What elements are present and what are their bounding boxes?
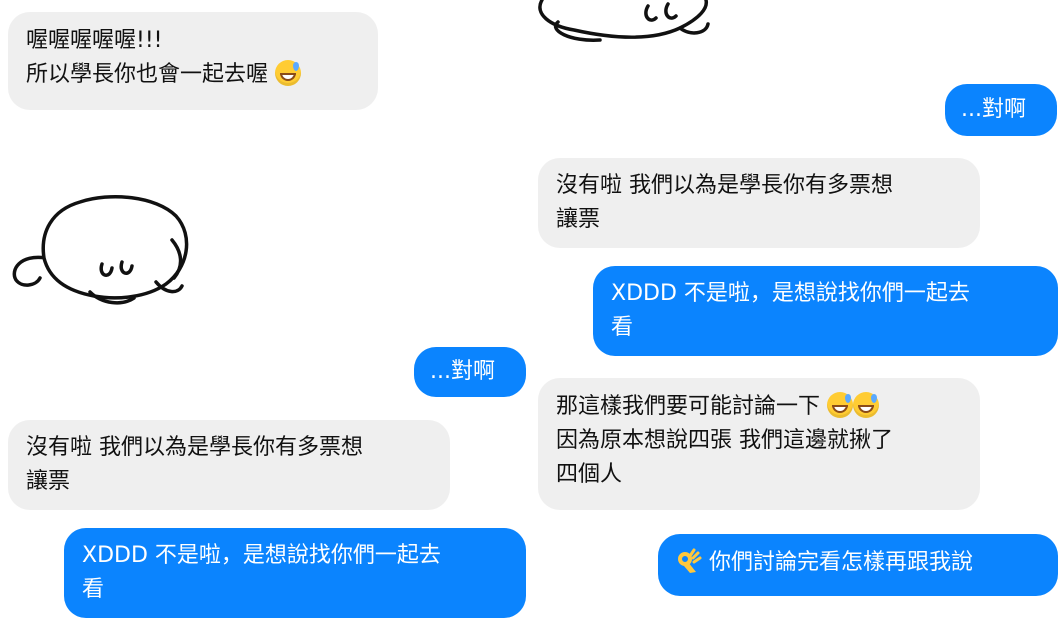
- grinning-sweat-emoji-icon: [275, 60, 302, 86]
- message-bubble-outgoing[interactable]: 你們討論完看怎樣再跟我說: [658, 534, 1058, 596]
- message-bubble-outgoing[interactable]: ...對啊: [414, 347, 526, 397]
- message-line: 沒有啦 我們以為是學長你有多票想: [556, 173, 893, 198]
- grinning-sweat-emoji-icon: [827, 392, 854, 418]
- message-line: 看: [82, 577, 105, 602]
- message-line: XDDD 不是啦，是想說找你們一起去: [82, 543, 441, 568]
- message-bubble-incoming[interactable]: 沒有啦 我們以為是學長你有多票想 讓票: [8, 420, 450, 510]
- message-text: 那這樣我們要可能討論一下: [556, 394, 821, 419]
- message-bubble-outgoing[interactable]: XDDD 不是啦，是想說找你們一起去 看: [64, 528, 526, 618]
- message-bubble-outgoing[interactable]: ...對啊: [945, 84, 1057, 136]
- message-text: 你們討論完看怎樣再跟我說: [709, 550, 974, 575]
- message-line: 看: [611, 315, 634, 340]
- message-bubble-incoming[interactable]: 喔喔喔喔喔!!! 所以學長你也會一起去喔: [8, 12, 378, 110]
- message-bubble-incoming[interactable]: 沒有啦 我們以為是學長你有多票想 讓票: [538, 158, 980, 248]
- message-line: ...對啊: [430, 359, 495, 384]
- grinning-sweat-emoji-icon: [853, 392, 880, 418]
- message-line: 喔喔喔喔喔!!!: [26, 28, 163, 53]
- message-line: 因為原本想說四張 我們這邊就揪了: [556, 428, 893, 453]
- message-line: 所以學長你也會一起去喔: [26, 58, 360, 92]
- message-line: 四個人: [556, 462, 623, 487]
- message-bubble-incoming[interactable]: 那這樣我們要可能討論一下 因為原本想說四張 我們這邊就揪了 四個人: [538, 378, 980, 510]
- message-text: 所以學長你也會一起去喔: [26, 62, 269, 87]
- message-line: 你們討論完看怎樣再跟我說: [676, 546, 1040, 580]
- message-bubble-outgoing[interactable]: XDDD 不是啦，是想說找你們一起去 看: [593, 266, 1058, 356]
- message-line: 讓票: [556, 207, 601, 232]
- message-line: 那這樣我們要可能討論一下: [556, 390, 962, 424]
- ok-hand-emoji-icon: [676, 548, 702, 574]
- message-line: 沒有啦 我們以為是學長你有多票想: [26, 435, 363, 460]
- message-line: XDDD 不是啦，是想說找你們一起去: [611, 281, 970, 306]
- sleeping-bunny-sticker: [538, 0, 710, 42]
- message-line: ...對啊: [961, 97, 1026, 122]
- sleeping-bunny-sticker: [12, 194, 189, 305]
- message-line: 讓票: [26, 469, 71, 494]
